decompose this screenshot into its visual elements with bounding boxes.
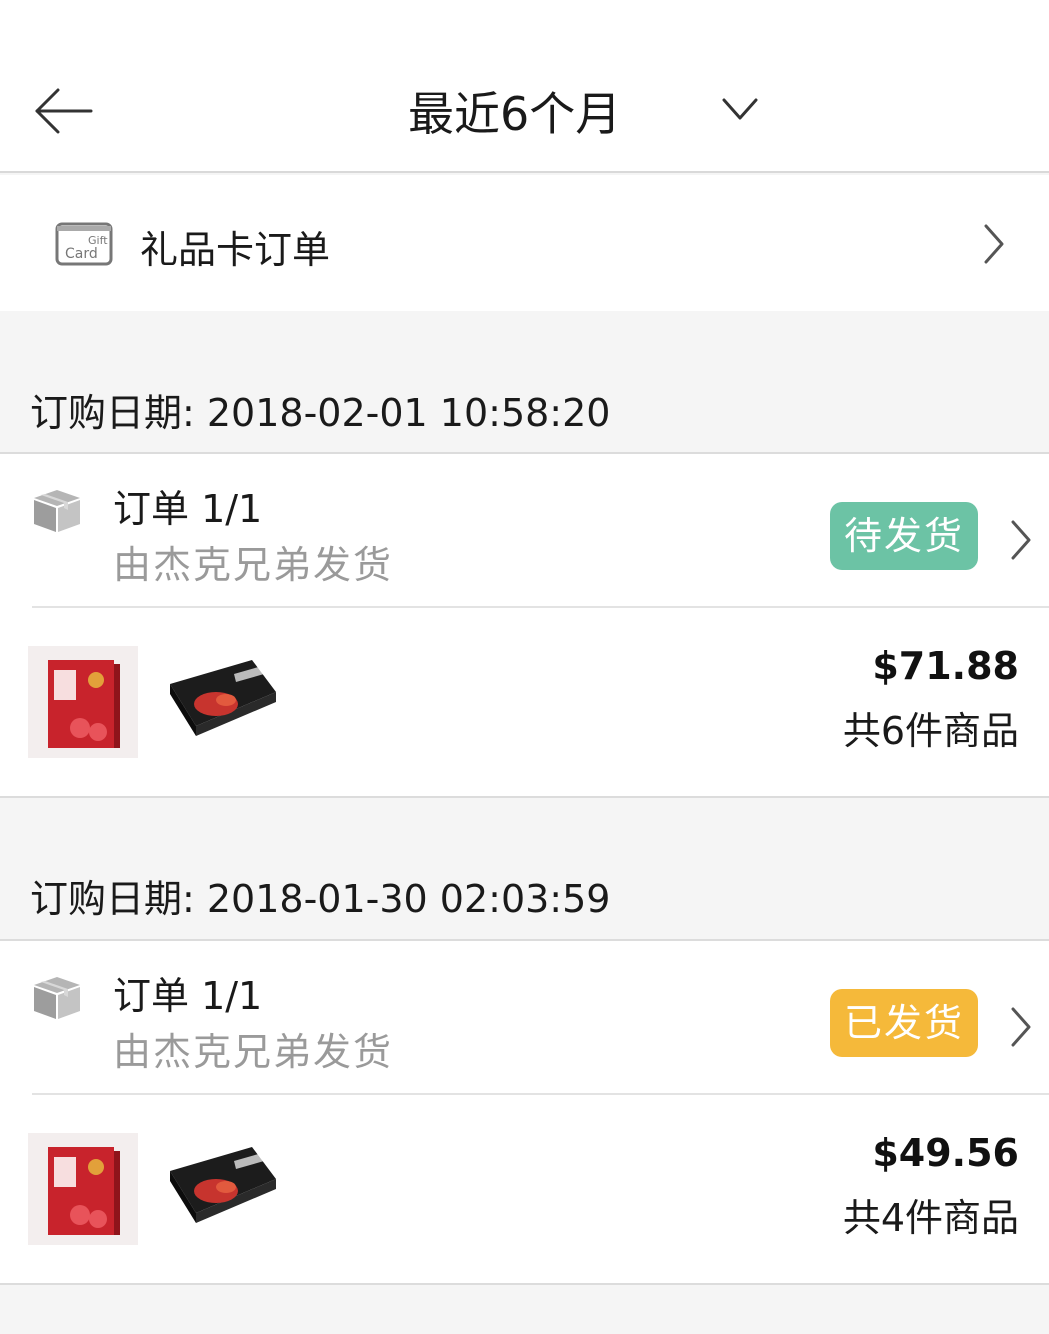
seller-text: 由杰克兄弟发货 bbox=[113, 543, 394, 587]
package-icon bbox=[34, 490, 80, 532]
product-thumbnail[interactable] bbox=[28, 1133, 138, 1245]
product-thumbnail[interactable] bbox=[166, 654, 278, 754]
chevron-right-icon[interactable] bbox=[1009, 518, 1033, 562]
chevron-right-icon[interactable] bbox=[1009, 1005, 1033, 1049]
product-thumbnail[interactable] bbox=[28, 646, 138, 758]
gift-icon-text-bottom: Card bbox=[65, 246, 98, 262]
order-price: $49.56 bbox=[872, 1131, 1019, 1175]
status-badge: 已发货 bbox=[830, 989, 978, 1057]
package-icon bbox=[34, 977, 80, 1019]
gift-card-orders-label: 礼品卡订单 bbox=[140, 228, 331, 272]
item-count: 共6件商品 bbox=[842, 709, 1019, 753]
order-title: 订单 1/1 bbox=[113, 974, 263, 1018]
status-badge: 待发货 bbox=[830, 502, 978, 570]
order-title: 订单 1/1 bbox=[113, 487, 263, 531]
gift-card-icon: Gift Card bbox=[55, 222, 113, 266]
product-thumbnail[interactable] bbox=[166, 1141, 278, 1241]
gift-card-orders-row[interactable]: Gift Card 礼品卡订单 bbox=[0, 175, 1049, 311]
order-card: 订单 1/1 由杰克兄弟发货 待发货 $71.88 共6件商品 bbox=[0, 452, 1049, 798]
order-date-label: 订购日期: 2018-02-01 10:58:20 bbox=[30, 391, 611, 435]
seller-text: 由杰克兄弟发货 bbox=[113, 1030, 394, 1074]
order-date-label: 订购日期: 2018-01-30 02:03:59 bbox=[30, 877, 611, 921]
divider bbox=[32, 1093, 1049, 1095]
top-nav-bar: 最近6个月 bbox=[0, 0, 1049, 173]
divider bbox=[32, 606, 1049, 608]
chevron-down-icon[interactable] bbox=[718, 92, 762, 128]
page-title[interactable]: 最近6个月 bbox=[408, 78, 621, 144]
item-count: 共4件商品 bbox=[842, 1196, 1019, 1240]
back-arrow-icon[interactable] bbox=[34, 86, 94, 136]
order-price: $71.88 bbox=[872, 644, 1019, 688]
order-card: 订单 1/1 由杰克兄弟发货 已发货 $49.56 共4件商品 bbox=[0, 939, 1049, 1285]
chevron-right-icon bbox=[984, 224, 1004, 264]
